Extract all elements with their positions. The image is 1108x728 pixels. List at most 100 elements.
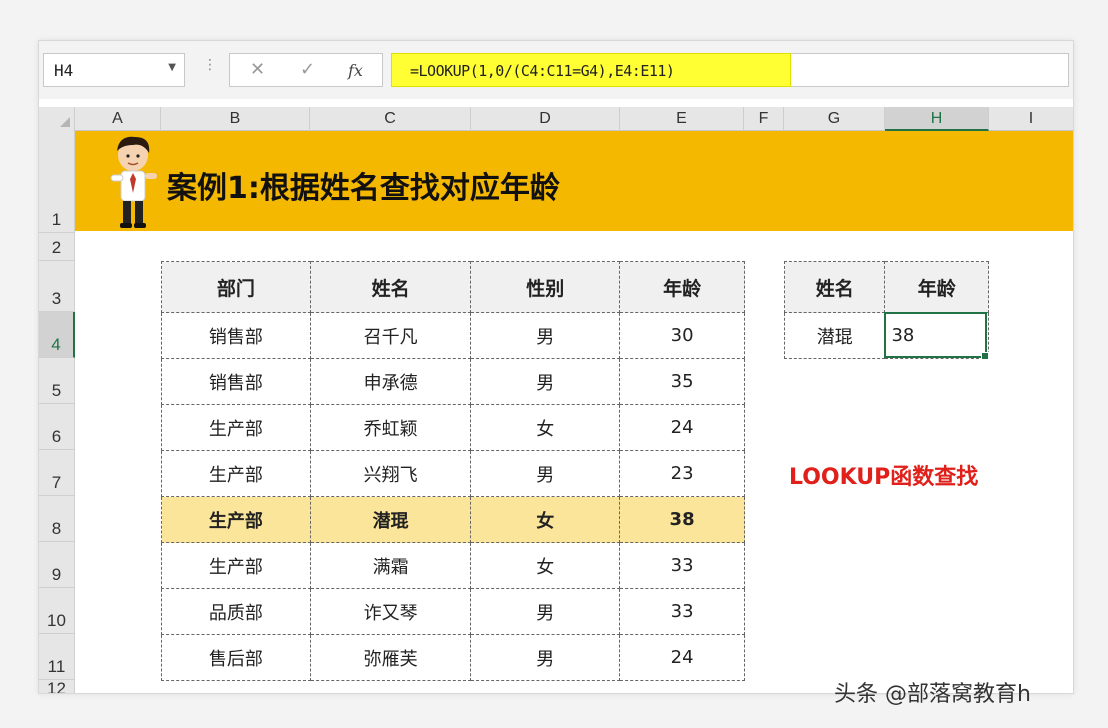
cell-age[interactable]: 24 xyxy=(619,404,745,451)
row-header-1[interactable]: 1 xyxy=(39,131,75,233)
cell-gender[interactable]: 男 xyxy=(470,634,621,681)
insert-function-icon[interactable]: fx xyxy=(348,61,363,80)
enter-icon[interactable]: ✓ xyxy=(300,59,315,80)
row-header-7[interactable]: 7 xyxy=(39,450,75,496)
row-header-11[interactable]: 11 xyxy=(39,634,75,680)
row-number: 4 xyxy=(51,335,61,354)
row-number: 6 xyxy=(51,427,62,446)
row-header-2[interactable]: 2 xyxy=(39,233,75,261)
lookup-note: LOOKUP函数查找 xyxy=(789,465,979,490)
table-header-row: 部门 姓名 性别 年龄 xyxy=(161,261,745,313)
cell-age[interactable]: 33 xyxy=(619,588,745,635)
cell-department[interactable]: 品质部 xyxy=(161,588,311,635)
table-row-highlighted: 生产部 潜琨 女 38 xyxy=(161,496,745,543)
header-name[interactable]: 姓名 xyxy=(309,261,472,313)
lookup-header-age[interactable]: 年龄 xyxy=(884,261,989,313)
cell-gender[interactable]: 男 xyxy=(470,312,621,359)
lookup-name-cell[interactable]: 潜琨 xyxy=(783,312,886,359)
cell-department[interactable]: 生产部 xyxy=(161,450,311,497)
row-header-8[interactable]: 8 xyxy=(39,496,75,542)
row-number: 11 xyxy=(47,657,66,676)
cell-name[interactable]: 诈又琴 xyxy=(309,588,472,635)
table-row: 销售部 召千凡 男 30 xyxy=(161,312,745,359)
row-number: 9 xyxy=(51,565,62,584)
cell-gender[interactable]: 男 xyxy=(470,358,621,405)
title-banner: 案例1:根据姓名查找对应年龄 xyxy=(75,131,1073,231)
cell-age[interactable]: 23 xyxy=(619,450,745,497)
row-number: 1 xyxy=(51,210,62,229)
row-number: 8 xyxy=(51,519,62,538)
row-header-12[interactable]: 12 xyxy=(39,679,75,693)
cancel-icon[interactable]: ✕ xyxy=(250,59,265,80)
table-row: 生产部 乔虹颖 女 24 xyxy=(161,404,745,451)
column-header-a[interactable]: A xyxy=(75,107,161,131)
cell-name[interactable]: 潜琨 xyxy=(309,496,472,543)
cell-department[interactable]: 生产部 xyxy=(161,496,311,543)
column-header-b[interactable]: B xyxy=(161,107,310,131)
header-gender[interactable]: 性别 xyxy=(470,261,621,313)
cell-department[interactable]: 售后部 xyxy=(161,634,311,681)
row-header-10[interactable]: 10 xyxy=(39,588,75,634)
cell-name[interactable]: 申承德 xyxy=(309,358,472,405)
cell-name[interactable]: 召千凡 xyxy=(309,312,472,359)
formula-input-extension[interactable] xyxy=(791,53,1069,87)
row-header-4[interactable]: 4 xyxy=(39,312,75,358)
header-department[interactable]: 部门 xyxy=(161,261,311,313)
table-row: 生产部 满霜 女 33 xyxy=(161,542,745,589)
row-number: 5 xyxy=(51,381,62,400)
cell-gender[interactable]: 女 xyxy=(470,404,621,451)
formula-text: =LOOKUP(1,0/(C4:C11=G4),E4:E11) xyxy=(410,62,675,80)
column-header-i[interactable]: I xyxy=(989,107,1073,131)
cell-gender[interactable]: 女 xyxy=(470,496,621,543)
row-number: 7 xyxy=(51,473,62,492)
column-header-f[interactable]: F xyxy=(744,107,784,131)
header-age[interactable]: 年龄 xyxy=(619,261,745,313)
cell-department[interactable]: 销售部 xyxy=(161,358,311,405)
more-options-icon[interactable]: ⋮ xyxy=(203,57,217,73)
select-all-corner[interactable] xyxy=(39,107,75,131)
row-header-6[interactable]: 6 xyxy=(39,404,75,450)
lookup-header-name[interactable]: 姓名 xyxy=(783,261,886,313)
lookup-header-row: 姓名 年龄 xyxy=(783,261,989,313)
cell-age[interactable]: 35 xyxy=(619,358,745,405)
cell-department[interactable]: 生产部 xyxy=(161,542,311,589)
name-box[interactable]: H4 ▼ xyxy=(43,53,185,87)
cell-department[interactable]: 销售部 xyxy=(161,312,311,359)
name-box-value: H4 xyxy=(54,61,74,80)
cell-gender[interactable]: 男 xyxy=(470,450,621,497)
cell-name[interactable]: 满霜 xyxy=(309,542,472,589)
employee-table: 部门 姓名 性别 年龄 销售部 召千凡 男 30 销售部 申承德 男 35 生产… xyxy=(161,261,745,681)
column-header-e[interactable]: E xyxy=(620,107,744,131)
row-header-3[interactable]: 3 xyxy=(39,261,75,312)
row-number: 3 xyxy=(51,289,62,308)
column-header-g[interactable]: G xyxy=(784,107,885,131)
formula-buttons: ✕ ✓ fx xyxy=(229,53,383,87)
banner-title: 案例1:根据姓名查找对应年龄 xyxy=(167,171,560,206)
active-cell-selection[interactable] xyxy=(884,312,989,360)
cell-department[interactable]: 生产部 xyxy=(161,404,311,451)
column-header-d[interactable]: D xyxy=(471,107,620,131)
row-number: 2 xyxy=(51,238,62,257)
spreadsheet-window: H4 ▼ ⋮ ✕ ✓ fx =LOOKUP(1,0/(C4:C11=G4),E4… xyxy=(38,40,1074,694)
table-row: 生产部 兴翔飞 男 23 xyxy=(161,450,745,497)
cell-age[interactable]: 24 xyxy=(619,634,745,681)
cell-gender[interactable]: 男 xyxy=(470,588,621,635)
cell-age[interactable]: 33 xyxy=(619,542,745,589)
row-header-9[interactable]: 9 xyxy=(39,542,75,588)
formula-input[interactable]: =LOOKUP(1,0/(C4:C11=G4),E4:E11) xyxy=(391,53,791,87)
table-row: 销售部 申承德 男 35 xyxy=(161,358,745,405)
table-row: 售后部 弥雁芙 男 24 xyxy=(161,634,745,681)
cell-name[interactable]: 弥雁芙 xyxy=(309,634,472,681)
watermark: 头条 @部落窝教育h xyxy=(834,682,1031,707)
chevron-down-icon[interactable]: ▼ xyxy=(168,62,176,73)
row-header-5[interactable]: 5 xyxy=(39,358,75,404)
cell-gender[interactable]: 女 xyxy=(470,542,621,589)
column-header-c[interactable]: C xyxy=(310,107,471,131)
column-header-h[interactable]: H xyxy=(885,107,989,131)
formula-bar: H4 ▼ ⋮ ✕ ✓ fx =LOOKUP(1,0/(C4:C11=G4),E4… xyxy=(39,41,1073,99)
cell-name[interactable]: 兴翔飞 xyxy=(309,450,472,497)
cell-age[interactable]: 30 xyxy=(619,312,745,359)
cell-age[interactable]: 38 xyxy=(619,496,745,543)
table-row: 品质部 诈又琴 男 33 xyxy=(161,588,745,635)
cell-name[interactable]: 乔虹颖 xyxy=(309,404,472,451)
